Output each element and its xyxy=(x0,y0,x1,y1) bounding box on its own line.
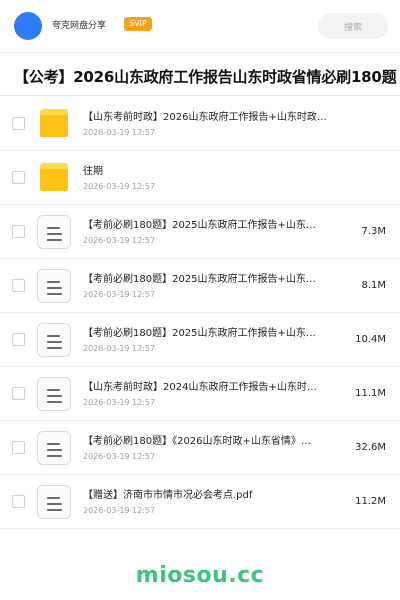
file-row[interactable]: 【考前必刷180题】《2026山东时政+山东省情》… 2026-03-19 12:… xyxy=(0,421,400,475)
file-date: 2026-03-19 12:57 xyxy=(83,182,156,191)
select-checkbox[interactable] xyxy=(12,171,25,184)
file-date: 2026-03-19 12:57 xyxy=(83,452,156,461)
select-checkbox[interactable] xyxy=(12,279,25,292)
file-name[interactable]: 【山东考前时政】2024山东政府工作报告+山东时… xyxy=(83,378,345,393)
select-checkbox[interactable] xyxy=(12,441,25,454)
document-icon xyxy=(37,323,71,357)
file-list: 【山东考前时政】2026山东政府工作报告+山东时政… 2026-03-19 12:… xyxy=(0,97,400,529)
file-date: 2026-03-19 12:57 xyxy=(83,236,156,245)
file-name[interactable]: 【山东考前时政】2026山东政府工作报告+山东时政… xyxy=(83,108,345,123)
file-row[interactable]: 【赠送】济南市市情市况必会考点.pdf 2026-03-19 12:57 11.2M xyxy=(0,475,400,529)
file-date: 2026-03-19 12:57 xyxy=(83,128,156,137)
file-size: 11.1M xyxy=(355,388,386,399)
file-name[interactable]: 【考前必刷180题】《2026山东时政+山东省情》… xyxy=(83,432,345,447)
document-icon xyxy=(37,269,71,303)
folder-icon xyxy=(40,163,68,191)
file-size: 10.4M xyxy=(355,334,386,345)
page-title: 【公考】2026山东政府工作报告山东时政省情必刷180题 xyxy=(14,68,397,86)
file-date: 2026-03-19 12:57 xyxy=(83,344,156,353)
file-name[interactable]: 【考前必刷180题】2025山东政府工作报告+山东… xyxy=(83,270,345,285)
search-input[interactable]: 搜索 xyxy=(318,13,388,39)
file-row[interactable]: 【考前必刷180题】2025山东政府工作报告+山东… 2026-03-19 12:… xyxy=(0,205,400,259)
avatar[interactable] xyxy=(14,12,42,40)
title-bar: 【公考】2026山东政府工作报告山东时政省情必刷180题 xyxy=(0,52,400,96)
file-name[interactable]: 【赠送】济南市市情市况必会考点.pdf xyxy=(83,486,345,501)
file-name[interactable]: 往期 xyxy=(83,162,345,177)
file-row[interactable]: 往期 2026-03-19 12:57 xyxy=(0,151,400,205)
select-checkbox[interactable] xyxy=(12,117,25,130)
select-checkbox[interactable] xyxy=(12,387,25,400)
file-row[interactable]: 【山东考前时政】2026山东政府工作报告+山东时政… 2026-03-19 12:… xyxy=(0,97,400,151)
select-checkbox[interactable] xyxy=(12,495,25,508)
select-checkbox[interactable] xyxy=(12,225,25,238)
select-checkbox[interactable] xyxy=(12,333,25,346)
header-bar: 夸克网盘分享 SVIP 搜索 xyxy=(0,0,400,52)
file-size: 8.1M xyxy=(361,280,386,291)
document-icon xyxy=(37,215,71,249)
folder-icon xyxy=(40,109,68,137)
document-icon xyxy=(37,431,71,465)
file-date: 2026-03-19 12:57 xyxy=(83,398,156,407)
file-date: 2026-03-19 12:57 xyxy=(83,506,156,515)
file-date: 2026-03-19 12:57 xyxy=(83,290,156,299)
file-row[interactable]: 【考前必刷180题】2025山东政府工作报告+山东… 2026-03-19 12:… xyxy=(0,259,400,313)
file-row[interactable]: 【山东考前时政】2024山东政府工作报告+山东时… 2026-03-19 12:5… xyxy=(0,367,400,421)
file-name[interactable]: 【考前必刷180题】2025山东政府工作报告+山东… xyxy=(83,216,345,231)
file-size: 11.2M xyxy=(355,496,386,507)
file-name[interactable]: 【考前必刷180题】2025山东政府工作报告+山东… xyxy=(83,324,345,339)
file-row[interactable]: 【考前必刷180题】2025山东政府工作报告+山东… 2026-03-19 12:… xyxy=(0,313,400,367)
file-size: 7.3M xyxy=(361,226,386,237)
document-icon xyxy=(37,485,71,519)
svip-badge: SVIP xyxy=(124,17,152,31)
document-icon xyxy=(37,377,71,411)
file-size: 32.6M xyxy=(355,442,386,453)
share-name: 夸克网盘分享 xyxy=(52,21,107,31)
watermark: miosou.cc xyxy=(135,563,265,588)
